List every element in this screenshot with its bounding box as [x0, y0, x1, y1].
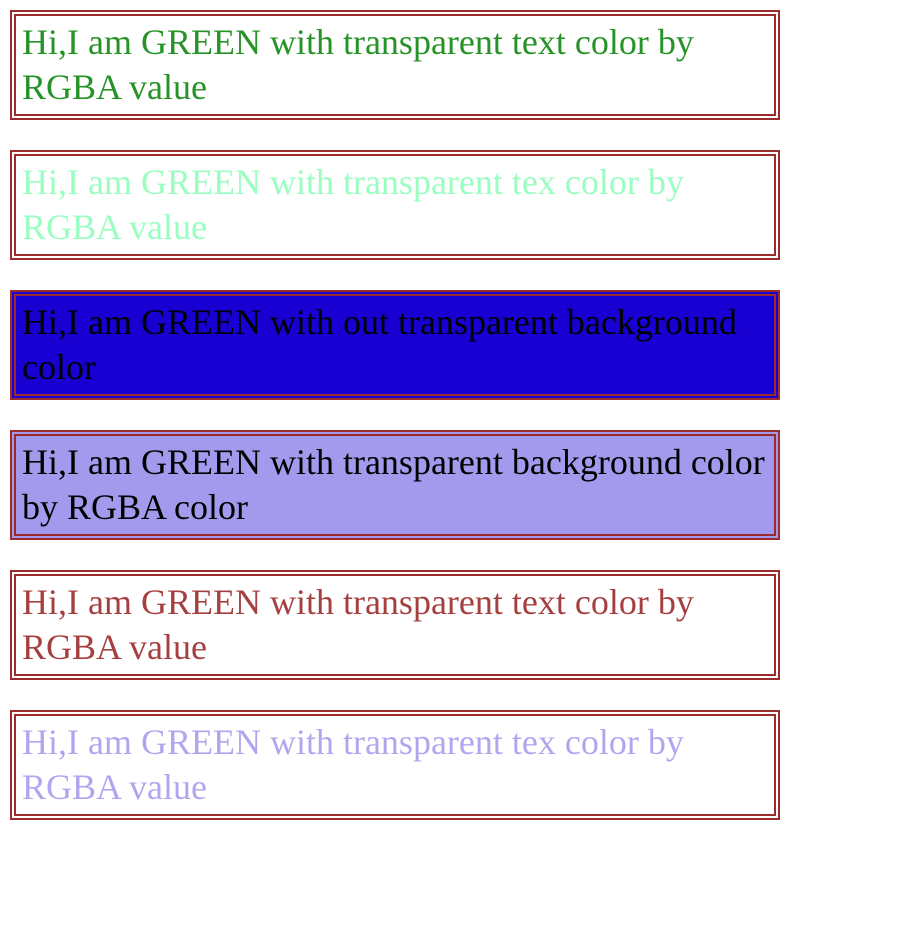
demo-text: Hi,I am GREEN with transparent tex color…: [22, 162, 684, 247]
demo-box-blue-transparent-bg: Hi,I am GREEN with transparent backgroun…: [10, 430, 780, 540]
demo-box-green-light-text: Hi,I am GREEN with transparent tex color…: [10, 150, 780, 260]
demo-text: Hi,I am GREEN with transparent tex color…: [22, 722, 684, 807]
demo-box-red-text: Hi,I am GREEN with transparent text colo…: [10, 570, 780, 680]
demo-box-blue-transparent-text: Hi,I am GREEN with transparent tex color…: [10, 710, 780, 820]
demo-text: Hi,I am GREEN with out transparent backg…: [22, 302, 737, 387]
demo-box-green-transparent-text: Hi,I am GREEN with transparent text colo…: [10, 10, 780, 120]
demo-box-blue-solid-bg: Hi,I am GREEN with out transparent backg…: [10, 290, 780, 400]
demo-text: Hi,I am GREEN with transparent backgroun…: [22, 442, 765, 527]
demo-text: Hi,I am GREEN with transparent text colo…: [22, 22, 694, 107]
demo-text: Hi,I am GREEN with transparent text colo…: [22, 582, 694, 667]
